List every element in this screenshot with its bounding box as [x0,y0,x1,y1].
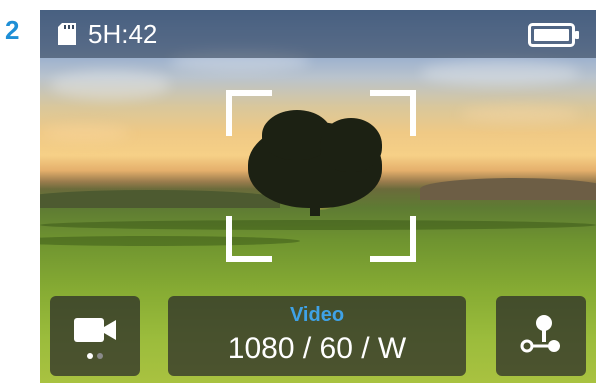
camera-screen: 5H:42 Video 1080 / 60 / W [40,10,596,383]
mode-button[interactable] [50,296,140,376]
tree-trunk [310,196,320,216]
mode-page-indicator [87,353,103,359]
mode-label: Video [289,304,345,326]
focus-frame-corner-top-left [226,90,272,136]
cloud [40,125,130,141]
focus-frame-corner-top-right [370,90,416,136]
sd-card-icon [58,23,76,45]
battery-full-icon [528,23,579,47]
focus-frame-corner-bottom-right [370,216,416,262]
video-settings-button[interactable]: Video 1080 / 60 / W [168,296,466,376]
cloud [420,60,580,86]
focus-frame-corner-bottom-left [226,216,272,262]
time-remaining: 5H:42 [88,19,158,49]
cloud [50,70,170,100]
status-bar: 5H:42 [40,10,596,58]
grass-stripe [40,220,596,230]
resolution-fps-fov: 1080 / 60 / W [227,332,407,365]
video-camera-icon [74,318,116,342]
connect-share-icon [520,315,560,353]
hill [420,178,596,200]
connect-button[interactable] [496,296,586,376]
hill [40,190,280,208]
step-number: 2 [5,15,20,45]
cloud [460,105,580,123]
